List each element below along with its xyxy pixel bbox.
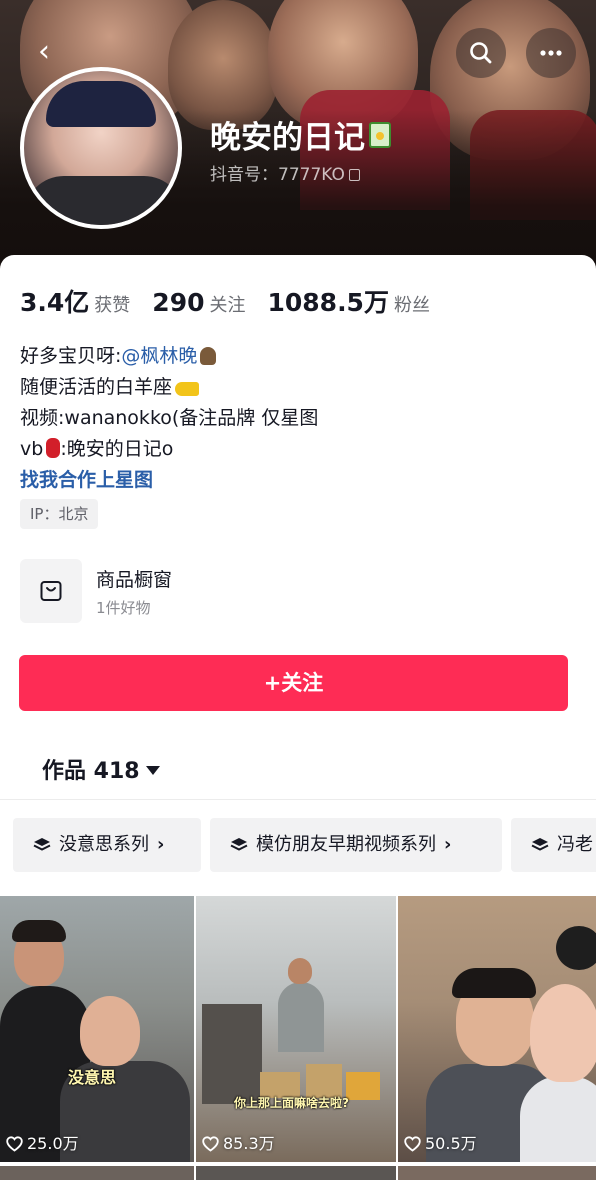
shop-window-title: 商品橱窗 — [96, 569, 173, 591]
video-likes: 50.5万 — [404, 1130, 477, 1154]
bird-emoji-icon — [200, 347, 217, 365]
back-button[interactable]: ‹ — [24, 32, 64, 72]
video-likes: 25.0万 — [6, 1130, 79, 1154]
cooperation-link[interactable]: 找我合作上星图 — [20, 465, 318, 496]
series-chip-2-label: 模仿朋友早期视频系列 — [256, 834, 436, 855]
douyin-id[interactable]: 抖音号：7777KO — [210, 160, 360, 185]
back-icon: ‹ — [38, 34, 50, 69]
heart-icon — [6, 1136, 23, 1152]
stat-likes-value: 3.4亿 — [20, 288, 90, 317]
video-grid: 没意思 25.0万 你上那上面嘛啥去啦? 85.3万 50.5万 — [0, 896, 596, 1180]
bio-line-2-text: 随便活活的白羊座 — [20, 376, 173, 398]
bio-line-1: 好多宝贝呀:@枫林晚 — [20, 341, 318, 372]
video-thumbnail[interactable]: 你上那上面嘛啥去啦? 85.3万 — [196, 896, 396, 1162]
bio-line-2: 随便活活的白羊座 — [20, 372, 318, 403]
more-options-button[interactable] — [526, 28, 576, 78]
video-likes-count: 85.3万 — [223, 1134, 275, 1153]
chevron-right-icon: › — [157, 834, 165, 855]
video-thumbnail[interactable]: 没意思 25.0万 — [0, 896, 194, 1162]
shop-window-entry[interactable]: 商品橱窗 1件好物 — [20, 559, 320, 623]
search-button[interactable] — [456, 28, 506, 78]
douyin-id-text: 抖音号：7777KO — [210, 165, 345, 185]
chevron-right-icon: › — [444, 834, 452, 855]
bio-line-4-text: :晚安的日记o — [60, 438, 174, 460]
profile-name-text: 晚安的日记 — [210, 120, 365, 156]
boxing-glove-emoji-icon — [46, 438, 61, 458]
layers-icon — [230, 838, 248, 851]
video-thumbnail[interactable] — [196, 1166, 396, 1180]
layers-icon — [33, 838, 51, 851]
copy-icon[interactable] — [348, 169, 360, 181]
stat-followers-label: 粉丝 — [393, 295, 430, 316]
layers-icon — [531, 838, 549, 851]
video-thumbnail[interactable]: 50.5万 — [398, 896, 596, 1162]
stats-row: 3.4亿 获赞 290 关注 1088.5万 粉丝 — [20, 283, 452, 319]
stat-following-label: 关注 — [209, 295, 246, 316]
series-chip-2[interactable]: 模仿朋友早期视频系列 › — [210, 818, 502, 872]
search-icon — [470, 42, 492, 64]
heart-icon — [404, 1136, 421, 1152]
stat-likes-label: 获赞 — [94, 295, 131, 316]
series-chip-1-label: 没意思系列 — [59, 834, 149, 855]
ip-location-tag: IP：北京 — [20, 499, 99, 529]
stat-followers[interactable]: 1088.5万 粉丝 — [267, 283, 429, 319]
bio-line-1-text: 好多宝贝呀: — [20, 345, 122, 367]
bio-mention-link[interactable]: @枫林晚 — [121, 345, 197, 367]
stat-likes: 3.4亿 获赞 — [20, 283, 130, 319]
series-chips: 没意思系列 › 模仿朋友早期视频系列 › 冯老 — [13, 818, 596, 872]
video-thumbnail[interactable] — [398, 1166, 596, 1180]
series-chip-3-label: 冯老 — [557, 834, 593, 855]
tab-works-label: 作品 418 — [42, 759, 140, 784]
stat-followers-value: 1088.5万 — [267, 288, 389, 317]
video-caption: 你上那上面嘛啥去啦? — [234, 1096, 349, 1110]
caret-down-icon — [145, 766, 160, 775]
series-chip-3[interactable]: 冯老 — [511, 818, 596, 872]
bio-line-3: 视频:wananokko(备注品牌 仅星图 — [20, 407, 319, 429]
video-thumbnail[interactable] — [0, 1166, 194, 1180]
bio-line-4: vb :晚安的日记o — [20, 434, 318, 465]
profile-card: 3.4亿 获赞 290 关注 1088.5万 粉丝 好多宝贝呀:@枫林晚 随便活… — [0, 255, 596, 1180]
video-likes: 85.3万 — [202, 1130, 275, 1154]
more-dots-icon — [540, 50, 562, 56]
stat-following-value: 290 — [152, 288, 205, 317]
video-likes-count: 25.0万 — [27, 1134, 79, 1153]
cheese-emoji-icon — [175, 382, 200, 396]
tab-works[interactable]: 作品 418 — [42, 753, 160, 785]
shop-window-subtitle: 1件好物 — [96, 599, 151, 617]
avatar[interactable] — [20, 67, 182, 229]
milk-carton-emoji-icon — [369, 122, 391, 148]
stat-following[interactable]: 290 关注 — [152, 288, 245, 317]
follow-button[interactable]: +关注 — [19, 655, 568, 711]
video-likes-count: 50.5万 — [425, 1134, 477, 1153]
profile-name: 晚安的日记 — [210, 112, 391, 157]
heart-icon — [202, 1136, 219, 1152]
video-caption: 没意思 — [68, 1068, 117, 1087]
shop-window-icon — [20, 559, 82, 623]
series-chip-1[interactable]: 没意思系列 › — [13, 818, 201, 872]
profile-bio: 好多宝贝呀:@枫林晚 随便活活的白羊座 视频:wananokko(备注品牌 仅星… — [20, 341, 318, 496]
divider — [0, 799, 596, 800]
bio-line-4-prefix: vb — [20, 438, 44, 460]
